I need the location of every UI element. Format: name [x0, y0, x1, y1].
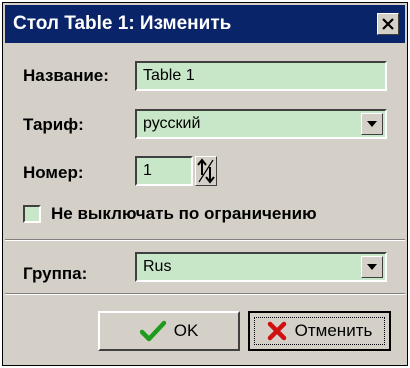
chevron-down-icon [367, 264, 377, 270]
edit-table-dialog: Стол Table 1: Изменить Название: Тариф: … [2, 2, 408, 366]
name-input[interactable] [135, 61, 387, 91]
tariff-value: русский [143, 115, 201, 132]
separator-top [5, 239, 405, 241]
title-bar[interactable]: Стол Table 1: Изменить [5, 5, 405, 43]
group-select[interactable]: Rus [135, 252, 387, 282]
no-switch-off-label[interactable]: Не выключать по ограничению [51, 204, 317, 224]
chevron-down-icon [367, 121, 377, 127]
tariff-label: Тариф: [23, 115, 84, 134]
close-icon [382, 18, 394, 30]
group-value: Rus [143, 258, 172, 275]
name-label: Название: [23, 66, 109, 85]
group-label: Группа: [23, 264, 88, 283]
ok-label: OK [173, 321, 199, 340]
spin-arrows-icon [197, 158, 215, 184]
focus-ring [254, 317, 385, 345]
group-dropdown-button[interactable] [361, 256, 383, 278]
checkmark-icon [139, 320, 166, 342]
tariff-dropdown-button[interactable] [361, 113, 383, 135]
number-label: Номер: [23, 163, 84, 182]
cancel-button[interactable]: Отменить [248, 311, 391, 351]
separator-bottom [5, 293, 405, 295]
close-button[interactable] [377, 13, 399, 35]
tariff-select[interactable]: русский [135, 109, 387, 139]
no-switch-off-checkbox[interactable] [23, 205, 41, 223]
number-input[interactable] [135, 156, 193, 186]
ok-button[interactable]: OK [98, 311, 240, 351]
number-stepper[interactable] [195, 156, 217, 186]
window-title: Стол Table 1: Изменить [13, 13, 232, 34]
